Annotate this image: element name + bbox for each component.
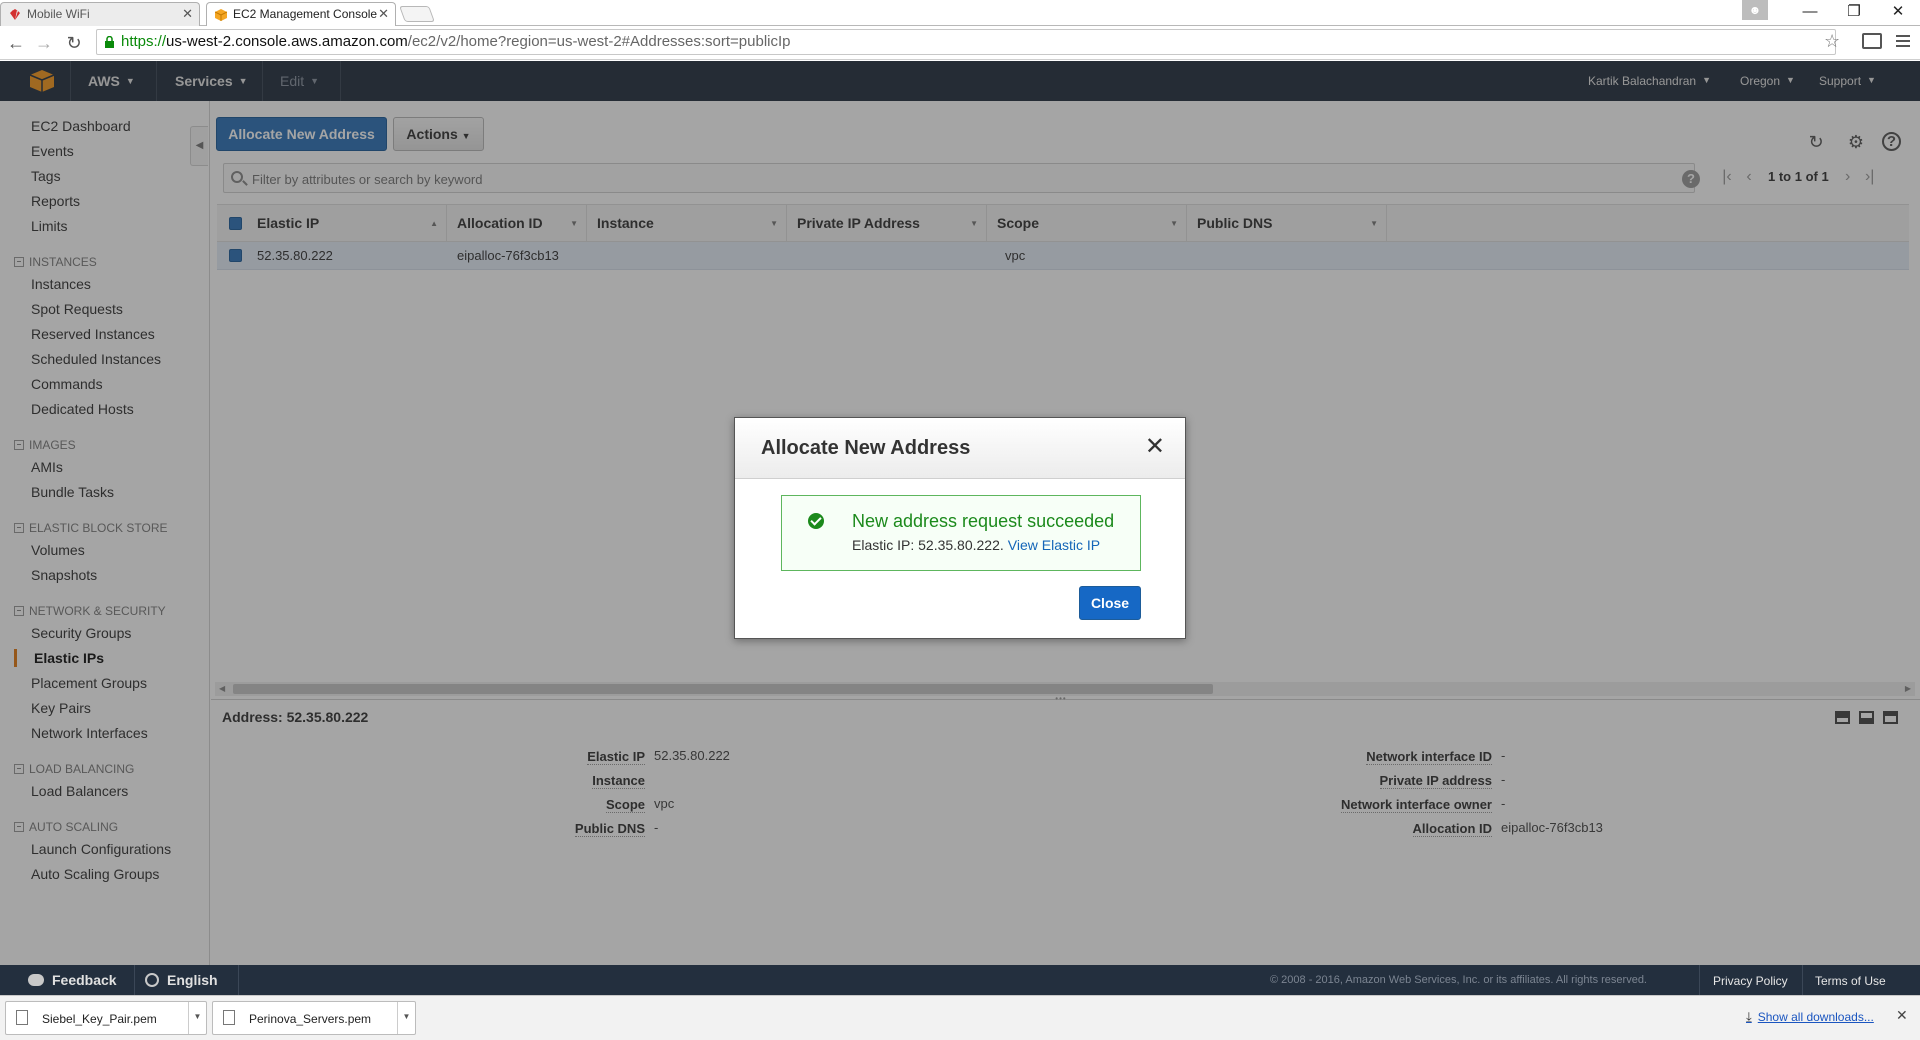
copyright-text: © 2008 - 2016, Amazon Web Services, Inc.… <box>1270 974 1647 986</box>
success-detail: Elastic IP: 52.35.80.222. View Elastic IP <box>852 537 1101 553</box>
close-tab-icon[interactable]: ✕ <box>182 6 193 22</box>
huawei-logo-icon <box>10 9 20 20</box>
profile-icon[interactable]: ☻ <box>1742 0 1768 20</box>
allocate-address-dialog: Allocate New Address ✕ New address reque… <box>734 417 1186 639</box>
new-tab-button[interactable] <box>399 6 435 22</box>
speech-bubble-icon <box>28 974 44 986</box>
close-tab-icon[interactable]: ✕ <box>378 6 389 22</box>
browser-toolbar: ← → ↻ https://us-west-2.console.aws.amaz… <box>0 26 1920 60</box>
restore-icon[interactable]: ❐ <box>1832 0 1876 26</box>
view-elastic-ip-link[interactable]: View Elastic IP <box>1008 537 1100 553</box>
download-filename: Siebel_Key_Pair.pem <box>42 1012 157 1026</box>
window-controls: — ❐ ✕ <box>1788 0 1920 26</box>
back-arrow-icon[interactable]: ← <box>4 31 28 55</box>
chevron-down-icon[interactable]: ▼ <box>188 1002 206 1034</box>
browser-tab-ec2-console[interactable]: EC2 Management Console ✕ <box>206 2 396 26</box>
close-shelf-icon[interactable]: ✕ <box>1896 1007 1908 1024</box>
close-button[interactable]: Close <box>1079 586 1141 620</box>
url-path: /ec2/v2/home?region=us-west-2#Addresses:… <box>407 33 791 50</box>
bookmark-star-icon[interactable]: ☆ <box>1824 31 1840 52</box>
chevron-down-icon[interactable]: ▼ <box>397 1002 415 1034</box>
download-item[interactable]: Perinova_Servers.pem ▼ <box>212 1001 416 1035</box>
tab-title: EC2 Management Console <box>233 7 378 21</box>
terms-of-use-link[interactable]: Terms of Use <box>1815 974 1886 988</box>
cast-icon[interactable] <box>1862 33 1882 49</box>
close-icon[interactable]: ✕ <box>1145 435 1165 459</box>
forward-arrow-icon[interactable]: → <box>32 31 56 55</box>
minimize-icon[interactable]: — <box>1788 0 1832 26</box>
download-arrow-icon: ⤓ <box>1746 1009 1752 1024</box>
privacy-policy-link[interactable]: Privacy Policy <box>1713 974 1788 988</box>
globe-icon <box>145 973 159 987</box>
file-icon <box>223 1010 235 1025</box>
lock-icon <box>105 36 114 48</box>
file-icon <box>16 1010 28 1025</box>
feedback-button[interactable]: Feedback <box>28 972 117 988</box>
dialog-title: Allocate New Address <box>761 437 971 459</box>
url-protocol: https:// <box>121 33 167 50</box>
aws-cube-icon <box>215 9 227 21</box>
download-filename: Perinova_Servers.pem <box>249 1012 372 1026</box>
dialog-header: Allocate New Address ✕ <box>735 418 1185 479</box>
download-item[interactable]: Siebel_Key_Pair.pem ▼ <box>5 1001 207 1035</box>
tab-title: Mobile WiFi <box>27 7 90 21</box>
show-all-downloads-link[interactable]: ⤓ Show all downloads... <box>1746 1009 1874 1025</box>
aws-footer: Feedback English © 2008 - 2016, Amazon W… <box>0 965 1920 995</box>
close-window-icon[interactable]: ✕ <box>1876 0 1920 26</box>
check-circle-icon <box>808 513 824 529</box>
success-title: New address request succeeded <box>852 511 1115 531</box>
url-host: us-west-2.console.aws.amazon.com <box>166 33 408 50</box>
language-selector[interactable]: English <box>145 972 218 988</box>
reload-icon[interactable]: ↻ <box>62 31 86 55</box>
address-bar[interactable]: https://us-west-2.console.aws.amazon.com… <box>96 29 1836 55</box>
browser-menu-icon[interactable] <box>1896 32 1910 50</box>
browser-tab-strip: Mobile WiFi ✕ EC2 Management Console ✕ ☻… <box>0 0 1920 26</box>
success-message: New address request succeeded Elastic IP… <box>781 495 1141 571</box>
download-shelf: Siebel_Key_Pair.pem ▼ Perinova_Servers.p… <box>0 995 1920 1040</box>
browser-tab-mobile-wifi[interactable]: Mobile WiFi ✕ <box>0 2 200 26</box>
